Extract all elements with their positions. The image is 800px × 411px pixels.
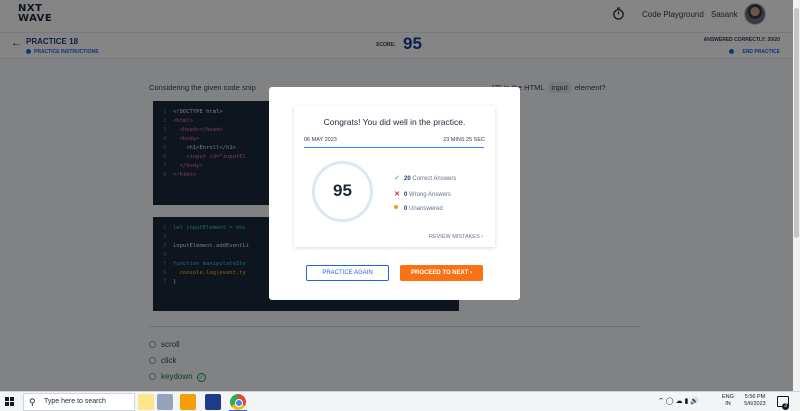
practice-duration: 23 MINS 25 SEC — [443, 137, 485, 143]
chrome-icon[interactable] — [230, 394, 246, 410]
language-indicator[interactable]: ENG IN — [722, 394, 734, 408]
check-icon: ✓ — [394, 175, 400, 182]
results-card: Congrats! You did well in the practice. … — [294, 106, 495, 247]
taskbar-app-icon[interactable] — [138, 394, 154, 410]
wrong-answers-stat: ✕ 0 Wrong Answers — [394, 191, 451, 198]
review-mistakes-link[interactable]: REVIEW MISTAKES › — [429, 234, 483, 240]
taskbar-app-icon[interactable] — [157, 394, 173, 410]
scrollbar-thumb[interactable] — [794, 8, 799, 238]
search-icon: ⚲ — [29, 397, 36, 407]
practice-again-button[interactable]: PRACTICE AGAIN — [306, 265, 389, 281]
card-divider — [304, 147, 484, 148]
windows-start-icon[interactable] — [5, 397, 15, 407]
correct-answers-stat: ✓ 20 Correct Answers — [394, 175, 457, 182]
proceed-to-next-button[interactable]: PROCEED TO NEXT › — [400, 265, 483, 281]
cross-icon: ✕ — [394, 191, 400, 198]
taskbar-search[interactable]: ⚲ Type here to search — [23, 393, 135, 411]
unanswered-stat: 0 Unanswered — [393, 205, 443, 212]
system-tray-icons[interactable]: ⌃ ◯ ☁ ▮ 🔊 — [658, 397, 699, 405]
score-number: 95 — [333, 181, 352, 200]
results-modal: Congrats! You did well in the practice. … — [269, 87, 520, 300]
congrats-heading: Congrats! You did well in the practice. — [323, 117, 466, 127]
chevron-right-icon: › — [481, 234, 483, 240]
page-scrollbar[interactable] — [793, 0, 800, 391]
practice-date: 06 MAY 2023 — [304, 137, 337, 143]
score-circle: 95 — [312, 161, 373, 222]
taskbar-clock[interactable]: 5:56 PM 5/6/2023 — [741, 394, 769, 408]
dot-icon — [394, 205, 398, 209]
notification-count: 3 — [782, 403, 789, 410]
taskbar-app-icon[interactable] — [205, 394, 221, 410]
file-explorer-icon[interactable] — [180, 394, 196, 410]
chevron-right-icon: › — [469, 270, 472, 276]
windows-taskbar: ⚲ Type here to search ⌃ ◯ ☁ ▮ 🔊 ENG IN 5:… — [0, 391, 800, 411]
